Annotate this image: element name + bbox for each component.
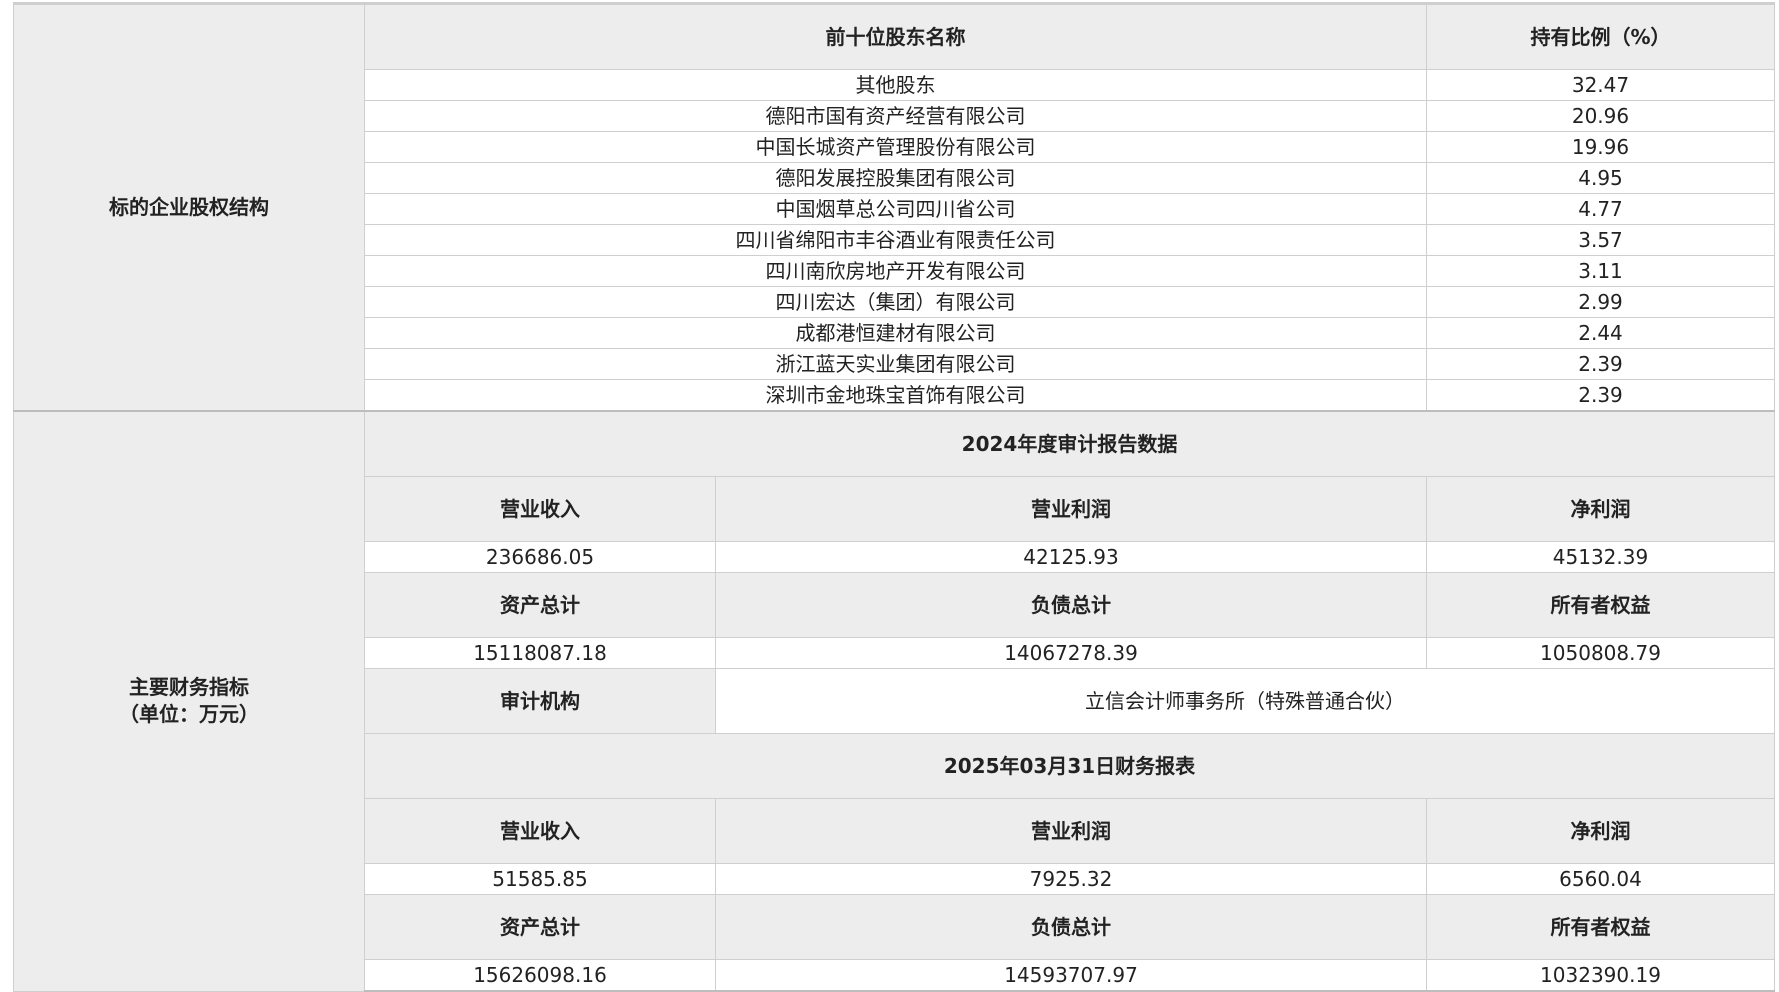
shareholder-name: 成都港恒建材有限公司 [364,317,1427,349]
net-profit-header: 净利润 [1426,798,1775,864]
shareholder-name: 四川南欣房地产开发有限公司 [364,255,1427,287]
holding-ratio: 4.95 [1426,162,1775,194]
holding-ratio: 3.57 [1426,224,1775,256]
financial-indicators-label: 主要财务指标 （单位：万元） [13,410,365,992]
equity-structure-label: 标的企业股权结构 [13,4,365,412]
operating-profit-header: 营业利润 [715,476,1427,542]
auditor-header: 审计机构 [364,668,716,734]
operating-profit-header: 营业利润 [715,798,1427,864]
shareholder-name: 德阳市国有资产经营有限公司 [364,100,1427,132]
shareholder-name: 四川省绵阳市丰谷酒业有限责任公司 [364,224,1427,256]
revenue-header: 营业收入 [364,476,716,542]
shareholder-name-header: 前十位股东名称 [364,4,1427,70]
total-assets-value: 15626098.16 [364,959,716,992]
holding-ratio: 2.39 [1426,348,1775,380]
total-assets-value: 15118087.18 [364,637,716,669]
financial-indicators-title: 主要财务指标 [129,675,249,700]
total-liabilities-value: 14593707.97 [715,959,1427,992]
net-profit-value: 6560.04 [1426,863,1775,895]
holding-ratio: 3.11 [1426,255,1775,287]
total-liabilities-value: 14067278.39 [715,637,1427,669]
auditor-value: 立信会计师事务所（特殊普通合伙） [715,668,1775,734]
holding-ratio: 2.39 [1426,379,1775,412]
asset-info-table: 标的企业股权结构 前十位股东名称 持有比例（%） 其他股东 32.47 德阳市国… [13,2,1775,992]
owner-equity-header: 所有者权益 [1426,894,1775,960]
q2025-title: 2025年03月31日财务报表 [364,733,1775,799]
operating-profit-value: 7925.32 [715,863,1427,895]
audit-2024-title: 2024年度审计报告数据 [364,410,1775,477]
holding-ratio-header: 持有比例（%） [1426,4,1775,70]
total-assets-header: 资产总计 [364,894,716,960]
holding-ratio: 19.96 [1426,131,1775,163]
revenue-value: 236686.05 [364,541,716,573]
financial-unit-note: （单位：万元） [119,702,259,727]
shareholder-name: 中国烟草总公司四川省公司 [364,193,1427,225]
holding-ratio: 2.44 [1426,317,1775,349]
operating-profit-value: 42125.93 [715,541,1427,573]
net-profit-value: 45132.39 [1426,541,1775,573]
holding-ratio: 20.96 [1426,100,1775,132]
shareholder-name: 浙江蓝天实业集团有限公司 [364,348,1427,380]
shareholder-name: 中国长城资产管理股份有限公司 [364,131,1427,163]
total-liabilities-header: 负债总计 [715,894,1427,960]
holding-ratio: 32.47 [1426,69,1775,101]
revenue-value: 51585.85 [364,863,716,895]
holding-ratio: 4.77 [1426,193,1775,225]
net-profit-header: 净利润 [1426,476,1775,542]
shareholder-name: 德阳发展控股集团有限公司 [364,162,1427,194]
total-assets-header: 资产总计 [364,572,716,638]
revenue-header: 营业收入 [364,798,716,864]
owner-equity-value: 1050808.79 [1426,637,1775,669]
holding-ratio: 2.99 [1426,286,1775,318]
shareholder-name: 深圳市金地珠宝首饰有限公司 [364,379,1427,412]
page: { "equity": { "label": "标的企业股权结构", "head… [0,0,1779,992]
shareholder-name: 其他股东 [364,69,1427,101]
owner-equity-header: 所有者权益 [1426,572,1775,638]
total-liabilities-header: 负债总计 [715,572,1427,638]
shareholder-name: 四川宏达（集团）有限公司 [364,286,1427,318]
owner-equity-value: 1032390.19 [1426,959,1775,992]
